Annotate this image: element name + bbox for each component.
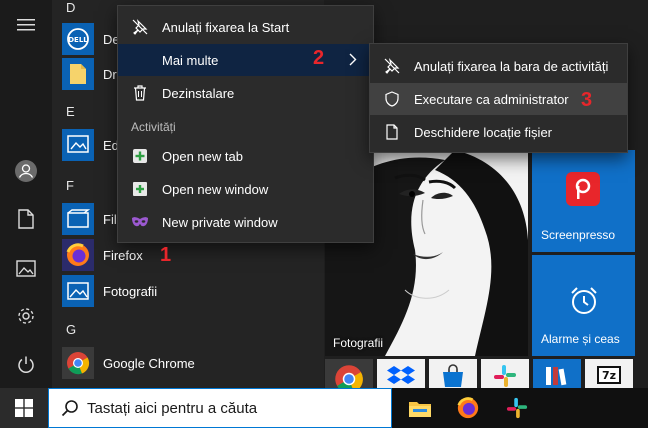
screenpresso-tile[interactable]: Screenpresso — [532, 150, 635, 252]
section-letter-e[interactable]: E — [66, 104, 75, 119]
dropbox-small-tile[interactable] — [377, 359, 425, 388]
settings-gear-icon[interactable] — [13, 303, 39, 329]
menu-item-label: Dezinstalare — [162, 85, 235, 101]
section-letter-f[interactable]: F — [66, 178, 74, 193]
search-icon — [61, 399, 79, 417]
submenu-item-label: Deschidere locație fișier — [414, 124, 553, 140]
new-window-icon — [118, 181, 162, 197]
file-explorer-icon — [409, 402, 431, 417]
7zip-icon: 7z — [597, 366, 621, 384]
start-button[interactable] — [0, 388, 48, 428]
menu-item-label: Open new window — [162, 181, 269, 197]
store-bag-icon — [443, 364, 463, 387]
screenpresso-tile-label: Screenpresso — [541, 228, 616, 242]
step-badge-1: 1 — [160, 244, 172, 266]
svg-text:DELL: DELL — [68, 36, 88, 44]
firefox-icon — [457, 397, 479, 419]
menu-item-open-new-tab[interactable]: Open new tab — [118, 140, 373, 172]
menu-item-uninstall[interactable]: Dezinstalare — [118, 77, 373, 109]
submenu-item-unpin-taskbar[interactable]: Anulați fixarea la bara de activități — [370, 50, 627, 82]
screenpresso-icon — [566, 172, 600, 206]
submenu-item-open-file-location[interactable]: Deschidere locație fișier — [370, 116, 627, 148]
context-menu: Anulați fixarea la Start Mai multe Dezin… — [117, 5, 374, 243]
alarms-tile-label: Alarme și ceas — [541, 332, 620, 346]
menu-item-more[interactable]: Mai multe — [118, 44, 373, 76]
app-label: Firefox — [103, 247, 143, 263]
documents-icon[interactable] — [13, 206, 39, 232]
menu-item-new-private-window[interactable]: New private window — [118, 206, 373, 238]
taskbar-file-explorer-button[interactable] — [397, 388, 443, 428]
dropbox-icon — [387, 366, 415, 384]
taskbar — [0, 388, 648, 428]
books-icon — [546, 367, 567, 386]
submenu-item-label: Anulați fixarea la bara de activități — [414, 58, 609, 74]
chrome-icon — [335, 365, 363, 388]
user-avatar-icon[interactable] — [13, 158, 39, 184]
search-input[interactable] — [87, 399, 377, 417]
start-rail — [0, 0, 52, 388]
app-label: Fotografii — [103, 283, 158, 299]
app-label: Fil — [103, 211, 117, 227]
alarm-clock-icon — [568, 285, 600, 322]
menu-item-unpin-start[interactable]: Anulați fixarea la Start — [118, 11, 373, 43]
slack-icon — [494, 365, 516, 387]
films-icon — [62, 203, 94, 235]
menu-item-label: Mai multe — [162, 52, 219, 68]
private-mask-icon — [118, 216, 162, 228]
file-location-icon — [370, 124, 414, 140]
menu-item-open-new-window[interactable]: Open new window — [118, 173, 373, 205]
power-icon[interactable] — [13, 352, 39, 378]
7zip-small-tile[interactable]: 7z — [585, 359, 633, 388]
app-item-chrome[interactable]: Google Chrome — [62, 346, 322, 380]
app-label: Google Chrome — [103, 355, 195, 371]
chrome-small-tile[interactable] — [325, 359, 373, 388]
menu-item-label: New private window — [162, 214, 278, 230]
store-small-tile[interactable] — [429, 359, 477, 388]
section-letter-d[interactable]: D — [66, 0, 75, 15]
folder-icon — [62, 58, 94, 90]
menu-item-label: Open new tab — [162, 148, 243, 164]
edge-icon — [62, 129, 94, 161]
taskbar-search-box[interactable] — [48, 388, 392, 428]
tasks-section-title: Activități — [131, 120, 176, 134]
menu-item-label: Anulați fixarea la Start — [162, 19, 290, 35]
library-small-tile[interactable] — [533, 359, 581, 388]
taskbar-slack-button[interactable] — [494, 388, 540, 428]
firefox-icon — [62, 239, 94, 271]
svg-text:7z: 7z — [602, 369, 616, 382]
windows-logo-icon — [15, 399, 33, 417]
chrome-icon — [62, 347, 94, 379]
photos-tile-caption: Fotografii — [333, 336, 384, 350]
step-badge-2: 2 — [313, 47, 325, 69]
trash-icon — [118, 85, 162, 101]
dell-icon: DELL — [62, 23, 94, 55]
pictures-icon[interactable] — [13, 255, 39, 281]
hamburger-menu-icon[interactable] — [13, 12, 39, 38]
alarms-clock-tile[interactable]: Alarme și ceas — [532, 255, 635, 356]
app-label: Dr — [103, 66, 117, 82]
slack-small-tile[interactable] — [481, 359, 529, 388]
shield-icon — [370, 91, 414, 107]
section-letter-g[interactable]: G — [66, 322, 76, 337]
taskbar-firefox-button[interactable] — [445, 388, 491, 428]
new-tab-icon — [118, 148, 162, 164]
chevron-right-icon — [349, 53, 357, 69]
step-badge-3: 3 — [581, 89, 593, 111]
slack-icon — [506, 397, 528, 419]
unpin-icon — [118, 19, 162, 35]
unpin-icon — [370, 58, 414, 74]
photos-icon — [62, 275, 94, 307]
submenu-item-label: Executare ca administrator — [414, 91, 569, 107]
app-item-photos[interactable]: Fotografii — [62, 274, 322, 308]
app-item-firefox[interactable]: Firefox — [62, 238, 322, 272]
